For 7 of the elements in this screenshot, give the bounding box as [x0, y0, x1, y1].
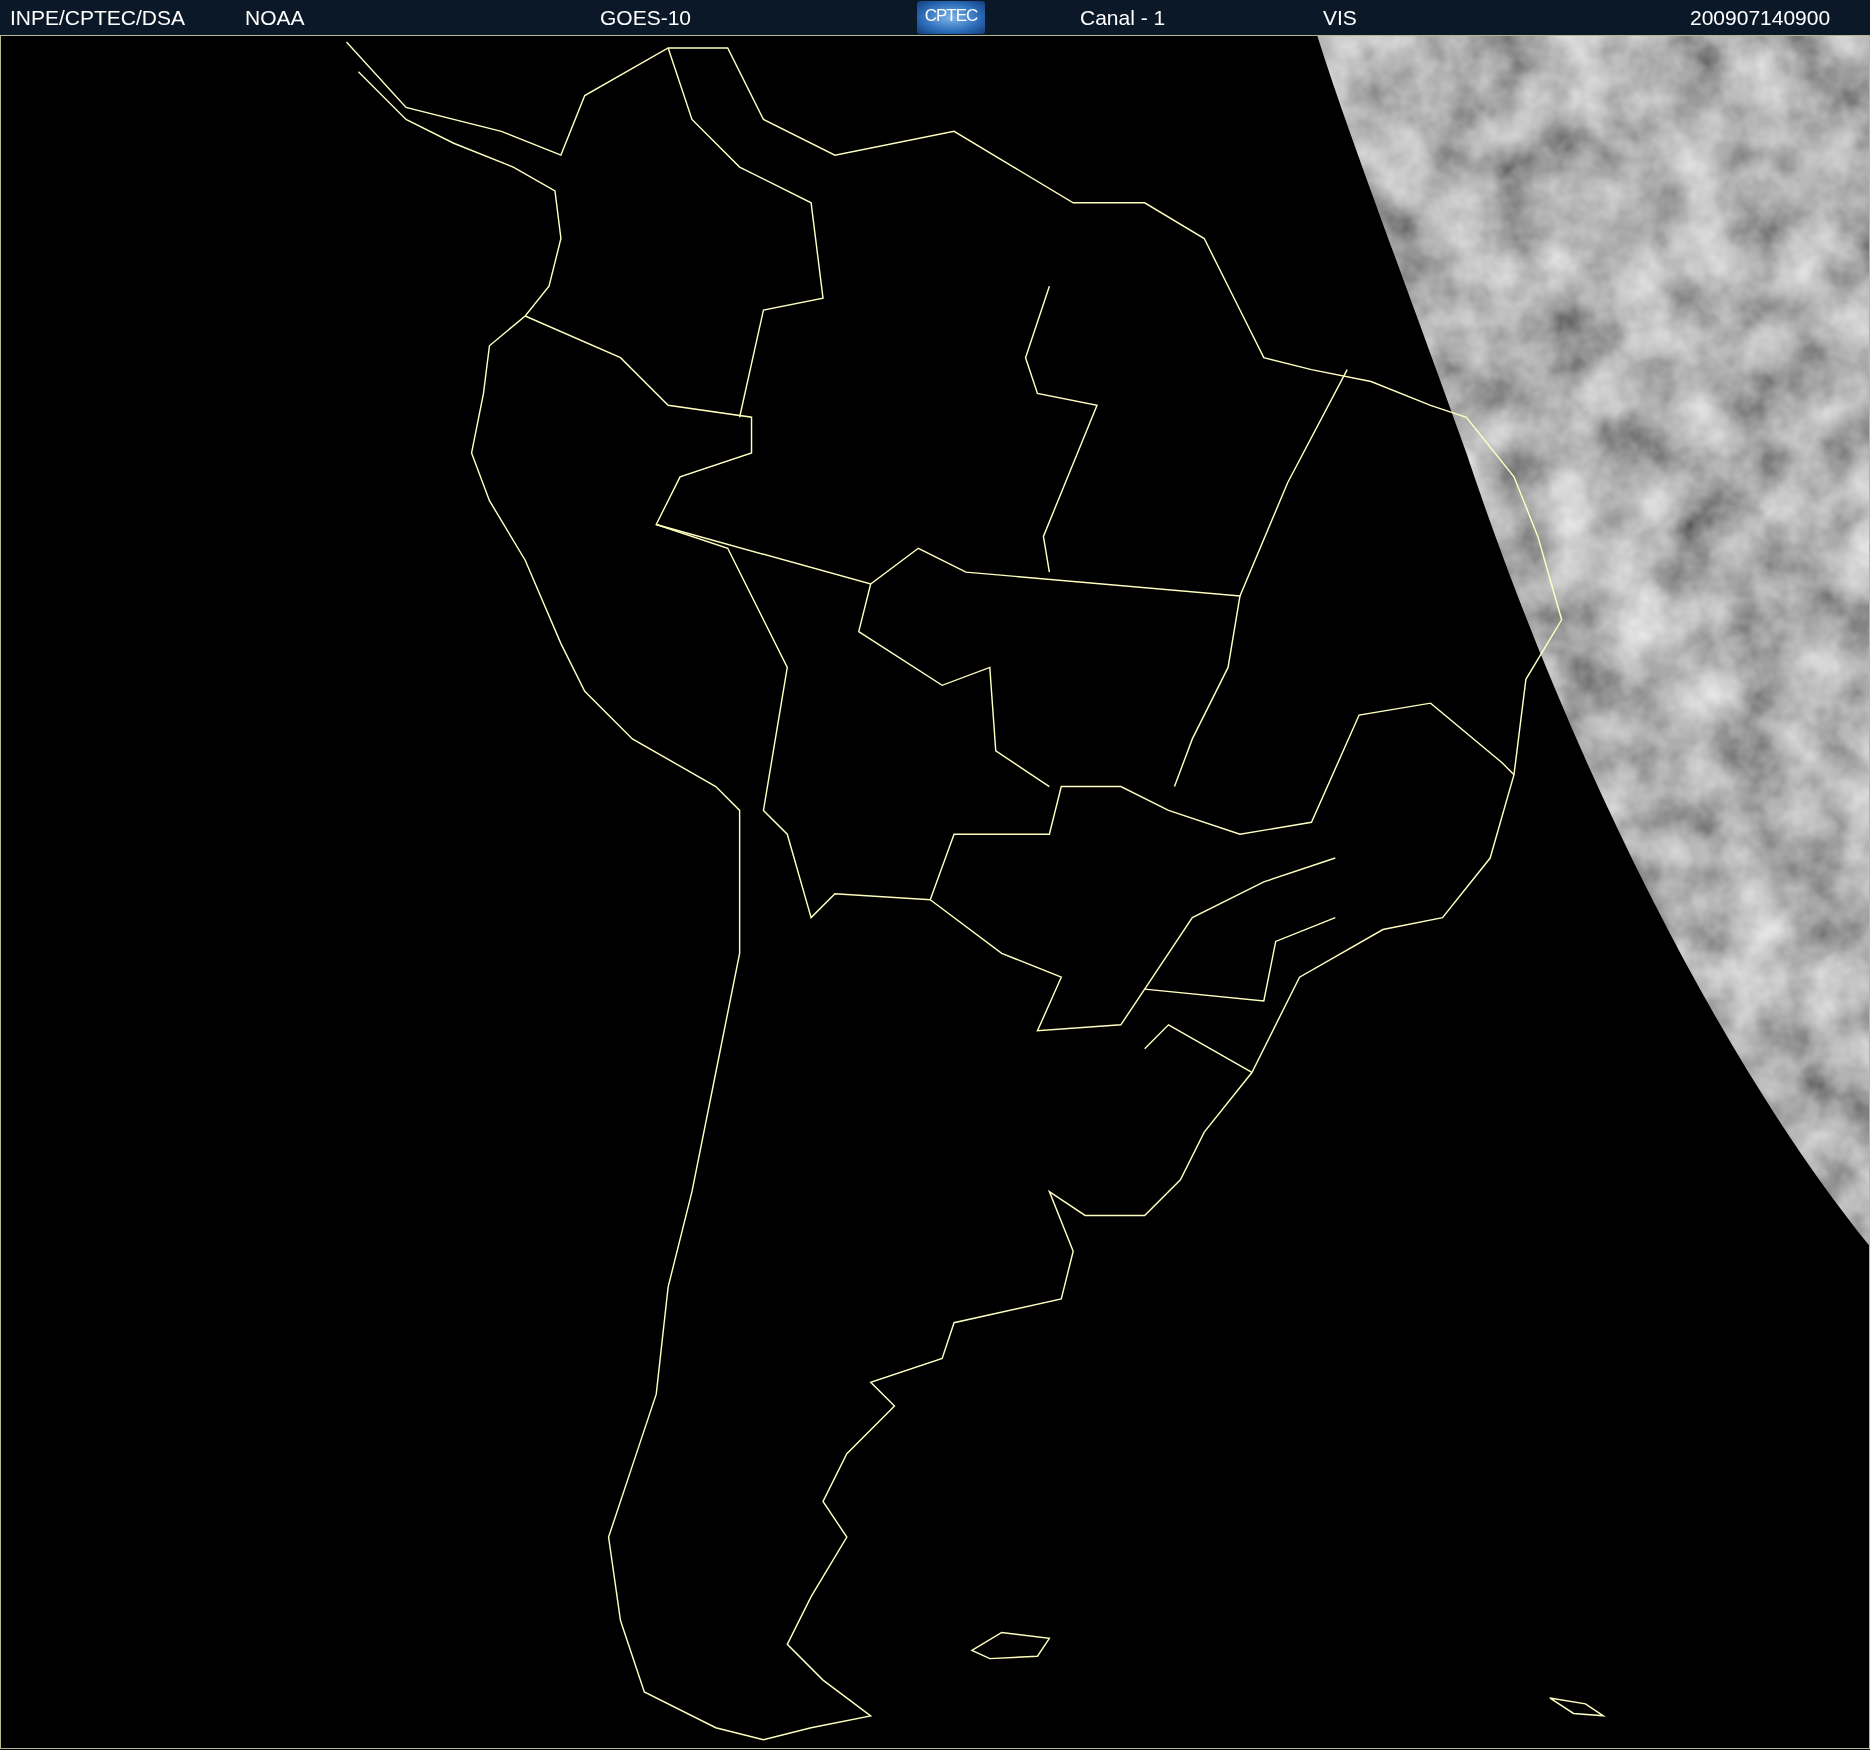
header-label: INPE/CPTEC/DSA	[10, 5, 186, 31]
header-label: 200907140900	[1690, 5, 1831, 31]
header-label: Canal - 1	[1080, 5, 1166, 31]
header-label: GOES-10	[600, 5, 692, 31]
header-label: NOAA	[245, 5, 305, 31]
logo-badge: CPTEC	[917, 1, 985, 34]
header-label: VIS	[1323, 5, 1357, 31]
